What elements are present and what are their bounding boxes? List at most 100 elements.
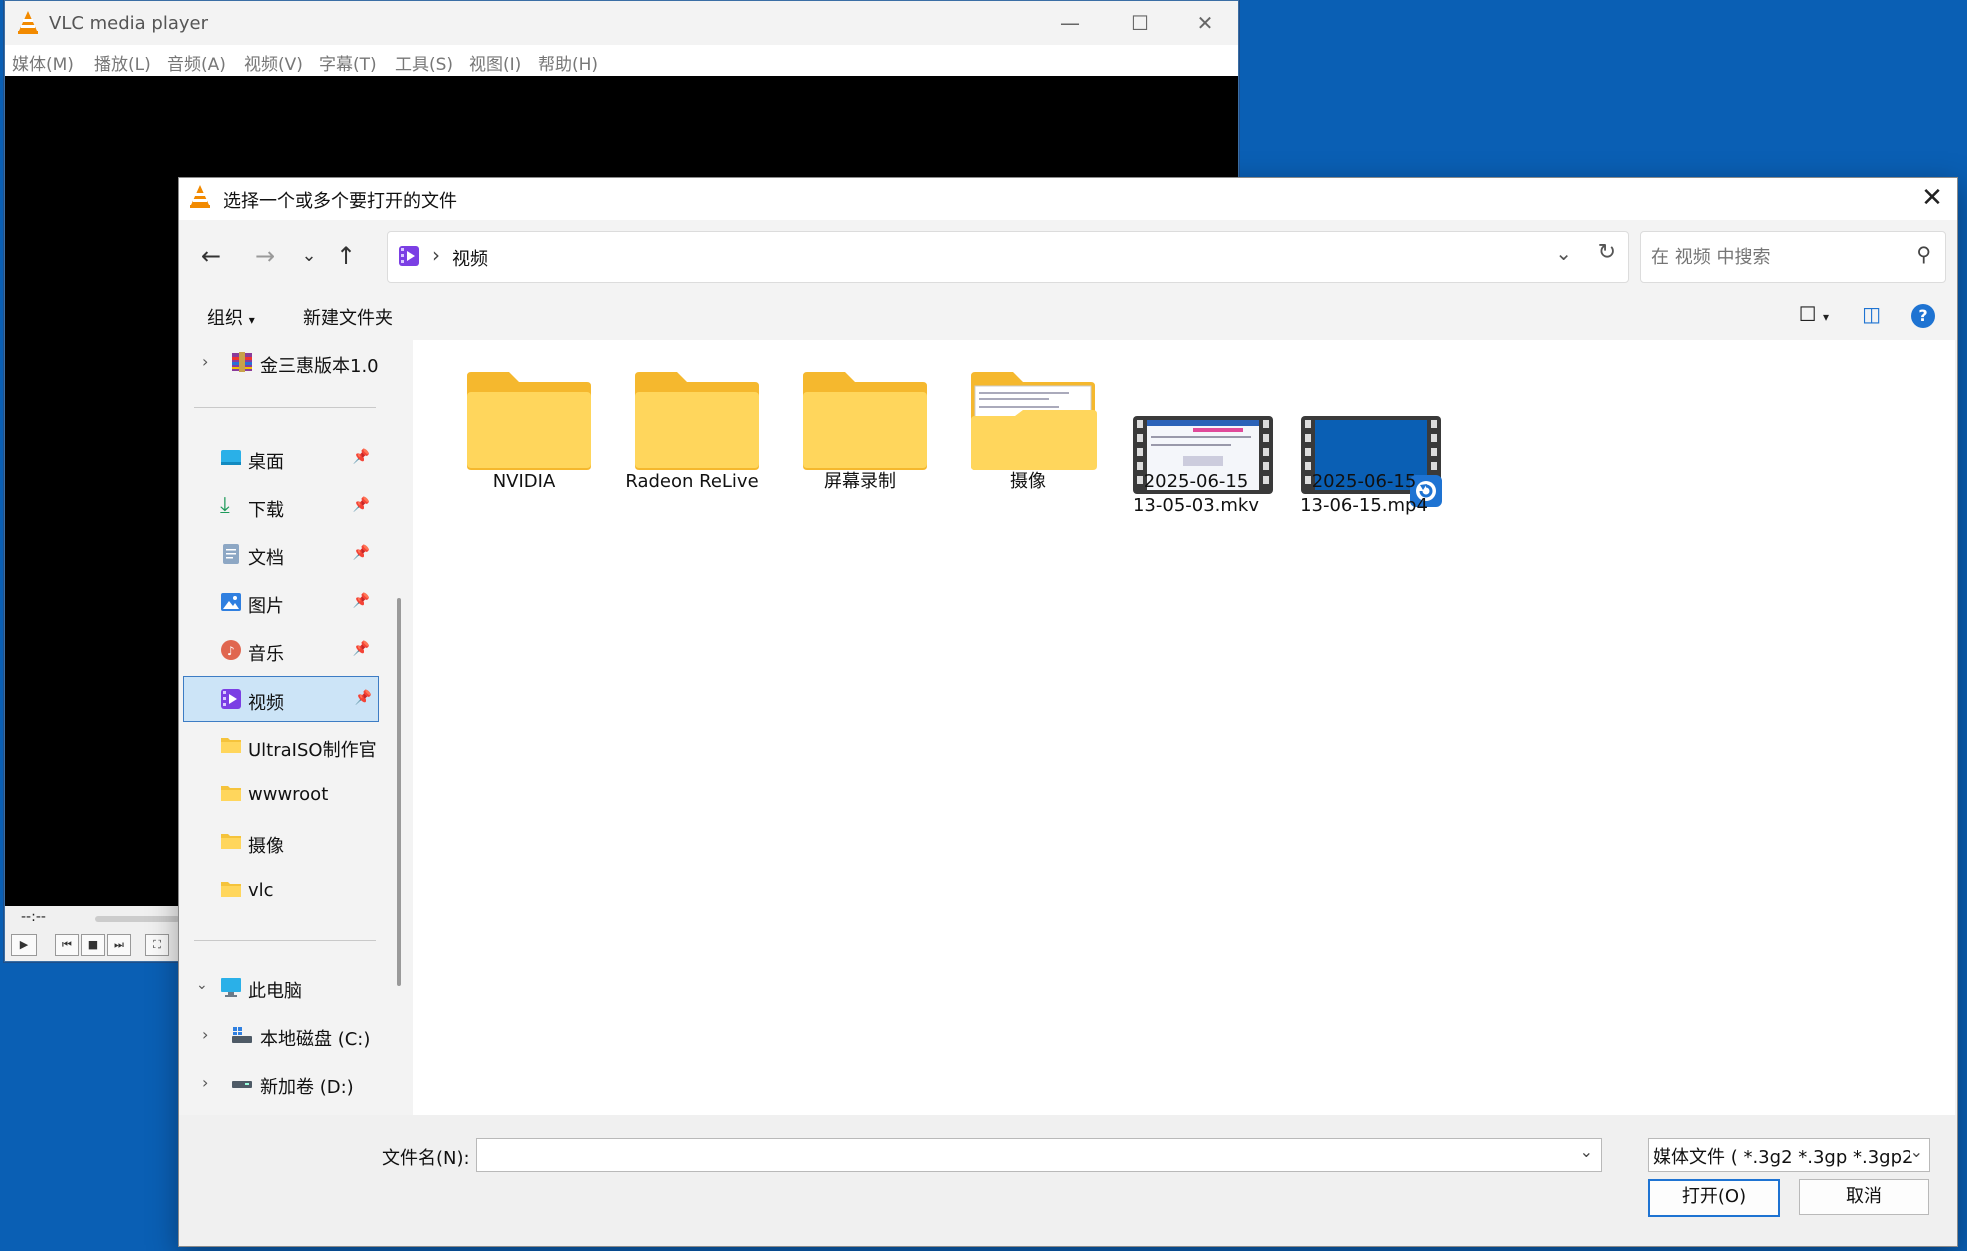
view-options-button[interactable]: ☐ ▾ [1799,302,1829,326]
nav-item-vlc[interactable]: vlc [180,868,376,914]
svg-text:♪: ♪ [227,644,235,658]
nav-item-label: wwwroot [248,784,329,805]
nav-item-label: 文档 [248,548,284,569]
computer-icon [220,976,242,998]
open-button[interactable]: 打开(O) [1648,1179,1780,1217]
videos-icon [220,688,242,710]
dialog-close-button[interactable]: ✕ [1907,178,1957,220]
nav-item-videos[interactable]: 视频 📌 [183,676,379,722]
chevron-right-icon[interactable]: › [202,352,208,371]
refresh-icon[interactable]: ↻ [1598,240,1616,265]
folder-item-radeon[interactable]: Radeon ReLive [617,340,767,540]
previous-icon[interactable]: ⏮ [55,934,79,956]
vlc-cone-icon [17,10,39,39]
next-icon[interactable]: ⏭ [107,934,131,956]
nav-item-documents[interactable]: 文档 📌 [180,532,376,578]
nav-item-this-pc[interactable]: ⌄ 此电脑 [180,965,376,1011]
nav-item-label: 桌面 [248,452,284,473]
play-icon[interactable]: ▶ [11,934,37,956]
nav-item-ultraiso[interactable]: UltraISO制作官 [180,724,377,770]
drive-icon [231,1024,253,1046]
seek-bar[interactable] [95,916,180,922]
help-icon[interactable]: ? [1911,304,1935,328]
nav-item-top[interactable]: › 金三惠版本1.0 [180,340,379,386]
chevron-down-icon[interactable]: ⌄ [1909,1142,1923,1161]
nav-scrollbar[interactable] [397,598,401,986]
preview-pane-icon[interactable]: ◫ [1862,302,1881,326]
nav-item-drive-d[interactable]: › 新加卷 (D:) [180,1061,376,1107]
search-icon[interactable]: ⚲ [1916,242,1931,266]
maximize-button[interactable]: ☐ [1105,1,1175,45]
nav-item-music[interactable]: ♪ 音乐 📌 [180,628,376,674]
download-icon: ⤓ [220,493,230,518]
file-item-mkv[interactable]: 2025-06-15 13-05-03.mkv [1121,340,1273,550]
folder-item-screen-recording[interactable]: 屏幕录制 [785,340,935,540]
menu-help[interactable]: 帮助(H) [538,50,598,75]
file-type-select[interactable]: 媒体文件 ( *.3g2 *.3gp *.3gp2 ⌄ [1648,1138,1930,1172]
divider [194,940,376,941]
nav-item-label: 视频 [248,693,284,714]
vlc-title: VLC media player [49,13,209,34]
nav-item-label: 新加卷 (D:) [260,1077,354,1098]
folder-item-nvidia[interactable]: NVIDIA [449,340,599,540]
chevron-down-icon[interactable]: ⌄ [1580,1142,1593,1161]
vlc-titlebar: VLC media player — ☐ ✕ [5,1,1238,45]
recent-locations-button[interactable]: ⌄ [289,236,329,276]
pin-icon: 📌 [352,593,370,609]
menu-view[interactable]: 视图(I) [469,50,521,75]
back-button[interactable]: ← [191,236,231,276]
document-icon [220,543,242,565]
caret-down-icon: ▾ [248,313,255,327]
menu-playback[interactable]: 播放(L) [94,50,151,75]
nav-item-wwwroot[interactable]: wwwroot [180,772,376,818]
stop-icon[interactable]: ■ [81,934,105,956]
pin-icon: 📌 [352,497,370,513]
item-name-line2: 13-05-03.mkv [1132,495,1260,516]
chevron-down-icon[interactable]: ⌄ [196,977,208,993]
nav-item-drive-c[interactable]: › 本地磁盘 (C:) [180,1013,376,1059]
forward-button[interactable]: → [245,236,285,276]
nav-item-desktop[interactable]: 桌面 📌 [180,436,376,482]
nav-item-label: 此电脑 [248,981,302,1002]
chevron-right-icon[interactable]: › [202,1025,208,1044]
pin-icon: 📌 [352,641,370,657]
nav-item-label: 下载 [248,500,284,521]
menu-tools[interactable]: 工具(S) [395,50,453,75]
dialog-title: 选择一个或多个要打开的文件 [223,191,457,212]
pin-icon: 📌 [354,690,372,706]
close-button[interactable]: ✕ [1170,1,1240,45]
chevron-right-icon[interactable]: › [202,1073,208,1092]
folder-item-camera[interactable]: 摄像 [953,340,1103,540]
nav-item-label: 金三惠版本1.0 [260,356,379,377]
address-bar[interactable]: › 视频 ⌄ ↻ [387,231,1629,283]
minimize-button[interactable]: — [1035,1,1105,45]
nav-item-camera[interactable]: 摄像 [180,820,376,866]
vlc-controls: --:-- ▶ ⏮ ■ ⏭ ⛶ [5,906,180,961]
breadcrumb[interactable]: 视频 [452,245,488,271]
item-name-line2: 13-06-15.mp4 [1300,495,1428,516]
menu-video[interactable]: 视频(V) [244,50,303,75]
filename-field[interactable]: ⌄ [476,1138,1602,1172]
command-bar: 组织 ▾ 新建文件夹 ☐ ▾ ◫ ? [179,294,1957,338]
item-name-line1: 2025-06-15 [1311,471,1417,492]
new-folder-button[interactable]: 新建文件夹 [303,304,393,330]
cancel-button[interactable]: 取消 [1799,1179,1929,1215]
menu-audio[interactable]: 音频(A) [167,50,226,75]
nav-item-label: vlc [248,880,274,901]
nav-item-pictures[interactable]: 图片 📌 [180,580,376,626]
pin-icon: 📌 [352,449,370,465]
archive-icon [231,351,253,373]
time-display: --:-- [21,909,46,925]
item-name: 摄像 [1010,471,1046,492]
search-box[interactable]: ⚲ [1640,231,1946,283]
up-button[interactable]: ↑ [326,236,366,276]
menu-subtitle[interactable]: 字幕(T) [319,50,377,75]
organize-button[interactable]: 组织 ▾ [207,304,255,330]
nav-item-downloads[interactable]: ⤓ 下载 📌 [180,484,376,530]
search-input[interactable] [1649,242,1893,272]
file-item-mp4[interactable]: 2025-06-15 13-06-15.mp4 [1289,340,1442,550]
fullscreen-icon[interactable]: ⛶ [145,934,169,956]
menu-media[interactable]: 媒体(M) [12,50,74,75]
chevron-down-icon[interactable]: ⌄ [1555,241,1572,265]
nav-item-label: 摄像 [248,836,284,857]
